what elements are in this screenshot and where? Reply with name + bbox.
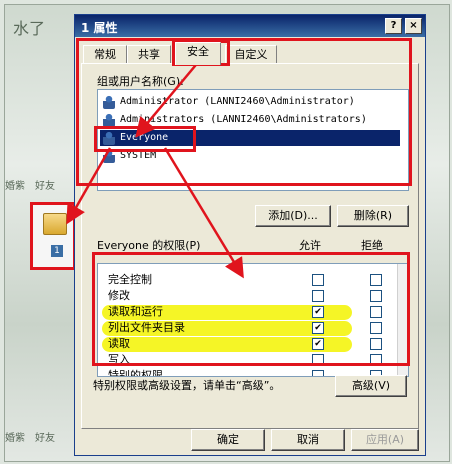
tab-security[interactable]: 安全: [175, 42, 221, 65]
arrow-tab-to-everyone: [135, 59, 201, 138]
annotation-arrows: [66, 59, 244, 279]
arrow-to-permissions: [163, 147, 244, 279]
arrow-to-folder: [66, 147, 112, 225]
